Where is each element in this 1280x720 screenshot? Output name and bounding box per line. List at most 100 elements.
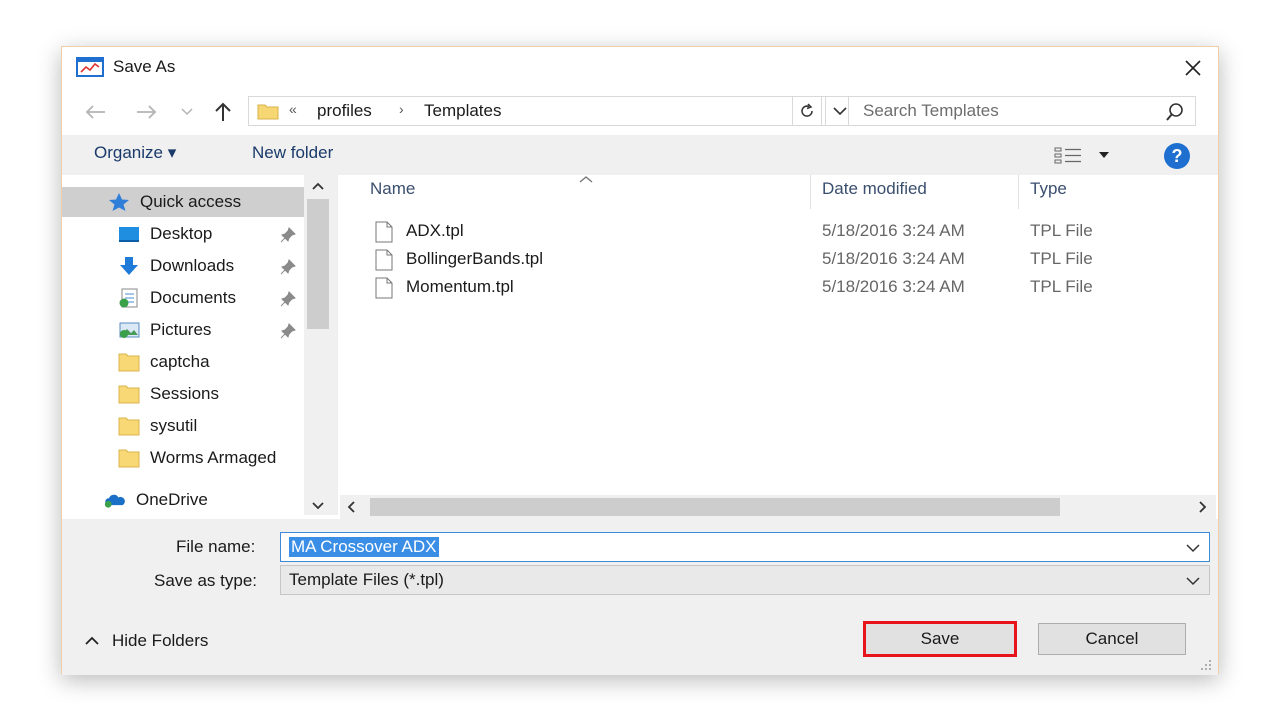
close-icon[interactable] xyxy=(1178,53,1208,83)
search-box[interactable] xyxy=(848,96,1196,126)
download-icon xyxy=(120,257,138,275)
window-title: Save As xyxy=(113,57,176,76)
toolbar: Organize ▾ New folder ? xyxy=(62,135,1218,175)
app-icon xyxy=(76,57,104,77)
file-type: TPL File xyxy=(1030,221,1093,240)
pin-icon[interactable] xyxy=(280,291,296,307)
recent-locations-chevron-icon[interactable] xyxy=(178,97,196,127)
nav-label: Desktop xyxy=(150,224,213,243)
back-arrow-icon[interactable] xyxy=(82,97,108,127)
chevron-down-icon[interactable] xyxy=(1185,573,1201,589)
scroll-right-icon[interactable] xyxy=(1198,500,1208,514)
save-as-type-select[interactable]: Template Files (*.tpl) xyxy=(280,565,1210,595)
star-icon xyxy=(109,193,129,211)
nav-label: Worms Armaged xyxy=(150,448,277,467)
pin-icon[interactable] xyxy=(280,323,296,339)
search-icon[interactable] xyxy=(1165,102,1185,122)
nav-item-documents[interactable]: Documents xyxy=(118,283,236,313)
pin-icon[interactable] xyxy=(280,227,296,243)
pictures-icon xyxy=(119,322,140,338)
file-type: TPL File xyxy=(1030,277,1093,296)
file-name: ADX.tpl xyxy=(406,221,464,240)
pane-divider[interactable] xyxy=(332,175,338,515)
folder-icon xyxy=(118,353,140,372)
file-icon xyxy=(375,249,393,271)
up-arrow-icon[interactable] xyxy=(210,97,236,127)
file-name-value[interactable]: MA Crossover ADX xyxy=(289,537,439,557)
nav-label: captcha xyxy=(150,352,210,371)
folder-icon xyxy=(118,449,140,468)
folder-icon xyxy=(118,385,140,404)
title-bar: Save As xyxy=(62,47,1218,89)
nav-label: Pictures xyxy=(150,320,212,339)
change-view-button[interactable] xyxy=(1054,145,1114,165)
column-header-name[interactable]: Name xyxy=(370,179,415,209)
scroll-up-icon[interactable] xyxy=(311,181,325,191)
column-header-date[interactable]: Date modified xyxy=(822,179,927,209)
address-bar[interactable]: « profiles › Templates xyxy=(248,96,826,126)
file-name: BollingerBands.tpl xyxy=(406,249,544,268)
scroll-left-icon[interactable] xyxy=(346,500,356,514)
file-icon xyxy=(375,277,393,299)
cancel-button[interactable]: Cancel xyxy=(1038,623,1186,655)
nav-label: Downloads xyxy=(150,256,235,275)
chevron-down-icon[interactable] xyxy=(1185,540,1201,556)
column-header-type[interactable]: Type xyxy=(1030,179,1067,209)
pin-icon[interactable] xyxy=(280,259,296,275)
sort-ascending-icon xyxy=(579,176,593,183)
file-type: TPL File xyxy=(1030,249,1093,268)
resize-grip-icon[interactable] xyxy=(1198,657,1212,671)
breadcrumb-profiles[interactable]: profiles xyxy=(317,101,372,121)
file-name-label: File name: xyxy=(176,537,256,556)
nav-label: Sessions xyxy=(150,384,219,403)
file-row[interactable]: ADX.tpl 5/18/2016 3:24 AM TPL File xyxy=(370,219,1210,247)
file-name: Momentum.tpl xyxy=(406,277,514,296)
file-date: 5/18/2016 3:24 AM xyxy=(822,249,965,268)
desktop-icon xyxy=(119,227,139,242)
file-name-field[interactable]: MA Crossover ADX xyxy=(280,532,1210,562)
save-as-type-value: Template Files (*.tpl) xyxy=(289,570,444,589)
refresh-icon[interactable] xyxy=(792,96,822,126)
save-as-type-label: Save as type: xyxy=(154,571,258,590)
nav-item-desktop[interactable]: Desktop xyxy=(118,219,212,249)
nav-label: sysutil xyxy=(150,416,198,435)
documents-icon xyxy=(119,288,138,308)
nav-item-downloads[interactable]: Downloads xyxy=(118,251,234,281)
hide-folders-label: Hide Folders xyxy=(112,631,209,650)
view-list-icon xyxy=(1054,147,1081,164)
file-date: 5/18/2016 3:24 AM xyxy=(822,277,965,296)
save-button[interactable]: Save xyxy=(863,621,1017,657)
scroll-down-icon[interactable] xyxy=(311,501,325,511)
nav-item-worms-armageddon[interactable]: Worms Armaged xyxy=(118,443,276,473)
nav-item-sysutil[interactable]: sysutil xyxy=(118,411,197,441)
nav-item-pictures[interactable]: Pictures xyxy=(118,315,211,345)
nav-item-sessions[interactable]: Sessions xyxy=(118,379,219,409)
forward-arrow-icon[interactable] xyxy=(134,97,160,127)
breadcrumb-separator: › xyxy=(399,101,404,117)
nav-scrollbar-thumb[interactable] xyxy=(307,199,329,329)
file-list-scrollbar-thumb[interactable] xyxy=(370,498,1060,516)
help-icon[interactable]: ? xyxy=(1164,143,1190,169)
new-folder-button[interactable]: New folder xyxy=(252,143,333,163)
view-dropdown-icon xyxy=(1099,152,1109,158)
nav-onedrive[interactable]: OneDrive xyxy=(104,485,208,515)
breadcrumb-overflow[interactable]: « xyxy=(289,101,297,117)
onedrive-cloud-icon xyxy=(104,494,125,508)
folder-icon xyxy=(257,104,279,120)
file-icon xyxy=(375,221,393,243)
nav-quick-access[interactable]: Quick access xyxy=(62,187,304,217)
nav-item-captcha[interactable]: captcha xyxy=(118,347,210,377)
hide-folders-button[interactable]: Hide Folders xyxy=(84,631,208,651)
chevron-up-icon xyxy=(85,636,99,645)
file-date: 5/18/2016 3:24 AM xyxy=(822,221,965,240)
organize-button[interactable]: Organize ▾ xyxy=(94,143,176,163)
breadcrumb-templates[interactable]: Templates xyxy=(424,101,501,121)
file-row[interactable]: BollingerBands.tpl 5/18/2016 3:24 AM TPL… xyxy=(370,247,1210,275)
folder-icon xyxy=(118,417,140,436)
column-divider[interactable] xyxy=(1018,175,1019,209)
file-row[interactable]: Momentum.tpl 5/18/2016 3:24 AM TPL File xyxy=(370,275,1210,303)
search-input[interactable] xyxy=(863,101,1163,121)
save-as-dialog: Save As « profiles › Templates Search Te… xyxy=(61,46,1219,675)
navigation-pane: Quick access Desktop Downloads Documents… xyxy=(62,175,304,515)
column-divider[interactable] xyxy=(810,175,811,209)
